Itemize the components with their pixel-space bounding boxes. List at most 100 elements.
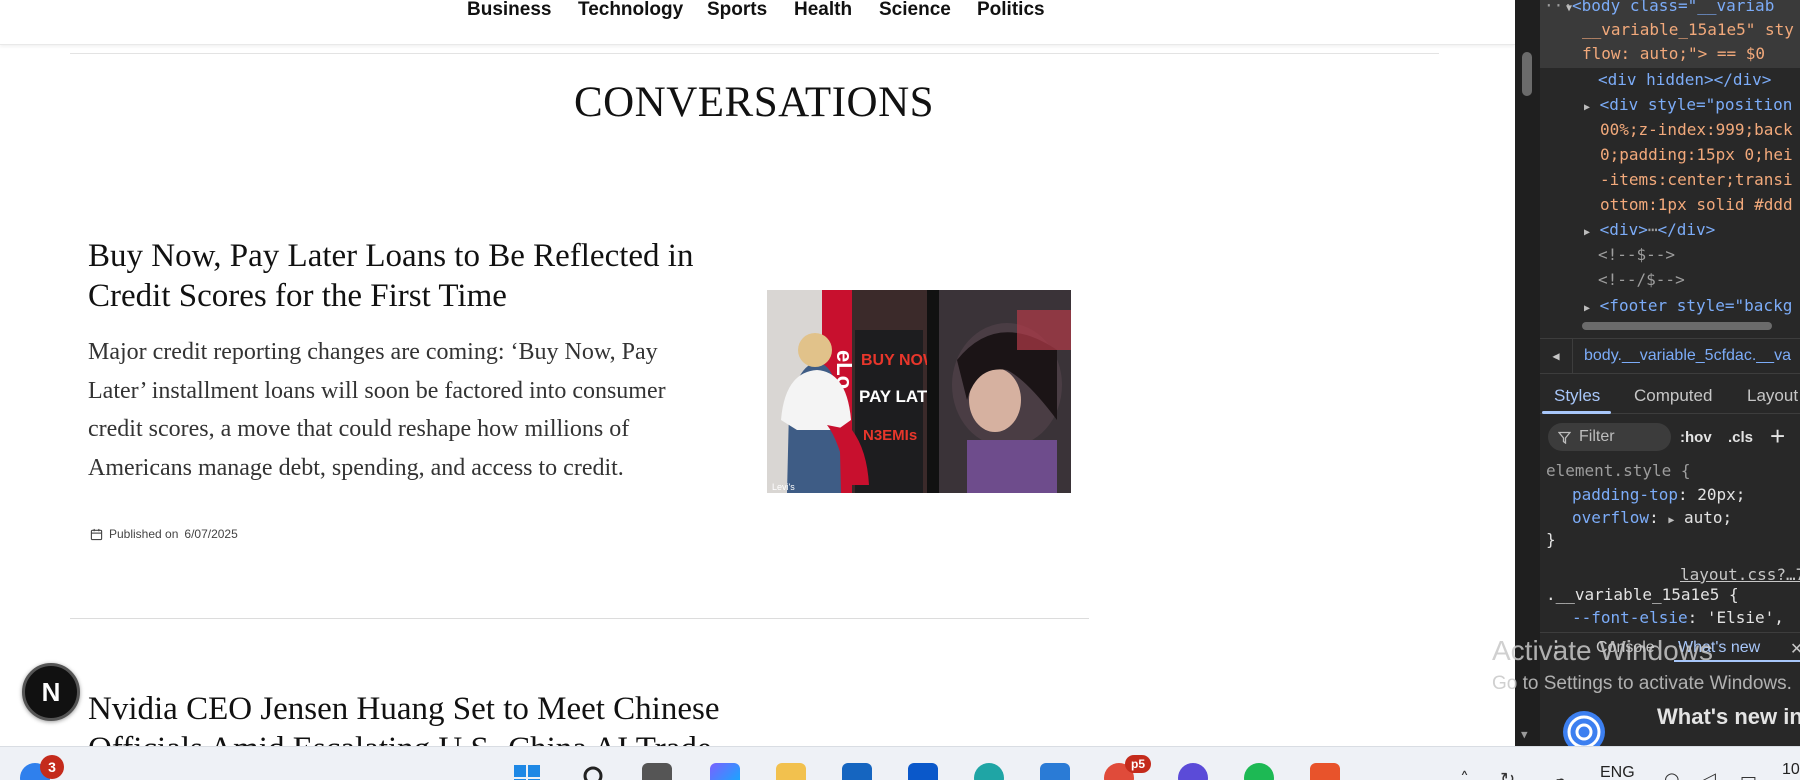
copilot-icon[interactable] bbox=[710, 763, 740, 780]
wifi-icon[interactable]: ◠ bbox=[1664, 769, 1680, 780]
summary-line: credit scores, a move that could reshape… bbox=[88, 416, 630, 442]
nav-item-science[interactable]: Science bbox=[879, 0, 951, 21]
tab-styles[interactable]: Styles bbox=[1554, 386, 1600, 406]
published-date: 6/07/2025 bbox=[184, 527, 238, 541]
close-drawer-icon[interactable]: ✕ bbox=[1790, 639, 1800, 659]
collapse-triangle-icon: ▶ bbox=[1584, 303, 1591, 314]
article-summary: Major credit reporting changes are comin… bbox=[88, 333, 728, 487]
css-source-link[interactable]: layout.css?…744 bbox=[1680, 565, 1800, 584]
collapse-triangle-icon: ▶ bbox=[1584, 102, 1591, 113]
dom-comment: <!--$--> bbox=[1598, 245, 1676, 264]
browser-profile-badge: p5 bbox=[1125, 755, 1151, 773]
store-icon[interactable] bbox=[842, 763, 872, 780]
summary-line: Later’ installment loans will soon be fa… bbox=[88, 377, 666, 404]
dom-line-body[interactable]: ▼<body class="__variab bbox=[1566, 0, 1774, 15]
css-selector: .__variable_15a1e5 { bbox=[1546, 585, 1739, 604]
store-brand-text: Levi's bbox=[772, 482, 795, 492]
refresh-icon[interactable]: ↻ bbox=[1500, 769, 1515, 780]
filter-placeholder: Filter bbox=[1579, 428, 1615, 445]
dom-line-div-collapsed[interactable]: ▶ <div>⋯</div> bbox=[1584, 220, 1715, 239]
nav-item-technology[interactable]: Technology bbox=[578, 0, 683, 21]
start-icon[interactable] bbox=[512, 763, 542, 780]
chrome-logo-icon bbox=[1563, 711, 1605, 746]
drawer-menu-icon[interactable]: ⋮ bbox=[1548, 637, 1564, 657]
dom-line: 00%;z-index:999;back bbox=[1600, 120, 1793, 139]
breadcrumb-back-icon[interactable]: ◀ bbox=[1540, 339, 1573, 373]
taskbar: 3 p5 ˄ ↻ ☁ ENG ◠ ◁ ▭ 10 bbox=[0, 746, 1800, 780]
article-title-line: Buy Now, Pay Later Loans to Be Reflected… bbox=[88, 238, 694, 274]
dom-line: -items:center;transi bbox=[1600, 170, 1793, 189]
styles-toolbar: Filter :hov .cls + bbox=[1540, 415, 1800, 457]
article-title-line: Officials Amid Escalating U.S.-China AI … bbox=[88, 729, 788, 746]
divider bbox=[70, 53, 1439, 54]
published-label: Published on bbox=[109, 527, 179, 541]
top-navigation: Business Technology Sports Health Scienc… bbox=[0, 0, 1515, 45]
nav-item-politics[interactable]: Politics bbox=[977, 0, 1045, 21]
notification-badge: 3 bbox=[40, 755, 64, 779]
dom-line-div[interactable]: ▶ <div style="position bbox=[1584, 95, 1792, 114]
filter-input[interactable]: Filter bbox=[1548, 423, 1671, 451]
css-rule-close: } bbox=[1546, 530, 1556, 549]
devtools-drawer-tabs: ⋮ Console What's new ✕ bbox=[1540, 632, 1800, 663]
hov-toggle[interactable]: :hov bbox=[1680, 429, 1712, 446]
css-property-row[interactable]: overflow: ▶ auto; bbox=[1572, 508, 1732, 527]
divider bbox=[70, 618, 1089, 619]
new-style-rule-icon[interactable]: + bbox=[1770, 421, 1785, 452]
scroll-thumb[interactable] bbox=[1522, 52, 1532, 96]
dom-line: 0;padding:15px 0;hei bbox=[1600, 145, 1793, 164]
css-property-row[interactable]: padding-top: 20px; bbox=[1572, 485, 1745, 504]
volume-icon[interactable]: ◁ bbox=[1702, 769, 1716, 780]
next-devtools-button[interactable]: N bbox=[22, 663, 80, 721]
dom-line: flow: auto;"> == $0 bbox=[1582, 44, 1766, 63]
nav-item-sports[interactable]: Sports bbox=[707, 0, 767, 21]
edge-icon[interactable] bbox=[974, 763, 1004, 780]
article-title[interactable]: Nvidia CEO Jensen Huang Set to Meet Chin… bbox=[88, 689, 788, 746]
whats-new-panel: What's new in bbox=[1540, 662, 1800, 746]
article-title[interactable]: Buy Now, Pay Later Loans to Be Reflected… bbox=[88, 236, 738, 316]
scroll-down-icon[interactable]: ▼ bbox=[1521, 728, 1528, 741]
tab-whats-new[interactable]: What's new bbox=[1678, 639, 1760, 657]
active-tab-indicator bbox=[1542, 411, 1611, 414]
nav-item-health[interactable]: Health bbox=[794, 0, 852, 21]
task-view-icon[interactable] bbox=[642, 763, 672, 780]
breadcrumb[interactable]: body.__variable_5cfdac.__va bbox=[1584, 347, 1791, 365]
article-title-line: Nvidia CEO Jensen Huang Set to Meet Chin… bbox=[88, 691, 720, 727]
elements-panel: ··· ▼<body class="__variab __variable_15… bbox=[1540, 0, 1800, 746]
battery-icon[interactable]: ▭ bbox=[1740, 769, 1757, 780]
search-icon[interactable] bbox=[580, 763, 610, 780]
horizontal-scroll-thumb[interactable] bbox=[1582, 322, 1772, 330]
dom-line-footer[interactable]: ▶ <footer style="backg bbox=[1584, 296, 1792, 315]
fab-letter: N bbox=[41, 676, 61, 707]
app-icon[interactable] bbox=[1178, 763, 1208, 780]
tab-layout[interactable]: Layout bbox=[1747, 386, 1798, 406]
dom-line[interactable]: <div hidden></div> bbox=[1598, 70, 1771, 89]
whats-new-title: What's new in bbox=[1657, 704, 1800, 729]
summary-line: Americans manage debt, spending, and acc… bbox=[88, 454, 624, 481]
summary-line: Major credit reporting changes are comin… bbox=[88, 339, 658, 365]
file-explorer-icon[interactable] bbox=[776, 763, 806, 780]
vscode-icon[interactable] bbox=[1040, 763, 1070, 780]
section-title: CONVERSATIONS bbox=[573, 79, 935, 126]
cls-toggle[interactable]: .cls bbox=[1728, 429, 1753, 446]
horizontal-scrollbar[interactable] bbox=[1540, 318, 1800, 332]
styles-tabs: Styles Computed Layout bbox=[1540, 376, 1800, 414]
clock[interactable]: 10 bbox=[1782, 761, 1800, 779]
web-page: Business Technology Sports Health Scienc… bbox=[0, 0, 1515, 746]
bnpl-storefront-illustration: eLo BUY NOW PAY LATER N3EMIs Levi's bbox=[767, 290, 1071, 493]
brave-icon[interactable] bbox=[1310, 763, 1340, 780]
cloud-icon[interactable]: ☁ bbox=[1550, 769, 1568, 780]
nav-item-business[interactable]: Business bbox=[467, 0, 551, 21]
tray-chevron-icon[interactable]: ˄ bbox=[1460, 769, 1469, 780]
spotify-icon[interactable] bbox=[1244, 763, 1274, 780]
outlook-icon[interactable] bbox=[908, 763, 938, 780]
css-selector: element.style { bbox=[1546, 461, 1691, 480]
tab-computed[interactable]: Computed bbox=[1634, 386, 1712, 406]
poster-line-3: N3EMIs bbox=[863, 427, 917, 444]
devtools-vertical-scrollbar[interactable]: ▼ bbox=[1515, 0, 1540, 746]
dom-line: __variable_15a1e5" sty bbox=[1582, 20, 1794, 39]
css-property-row[interactable]: --font-elsie: 'Elsie', bbox=[1572, 608, 1784, 627]
breadcrumb-bar: ◀ body.__variable_5cfdac.__va bbox=[1540, 338, 1800, 374]
article-image[interactable]: eLo BUY NOW PAY LATER N3EMIs Levi's bbox=[767, 290, 1071, 493]
tab-console[interactable]: Console bbox=[1596, 639, 1655, 657]
language-indicator[interactable]: ENG bbox=[1600, 764, 1635, 780]
